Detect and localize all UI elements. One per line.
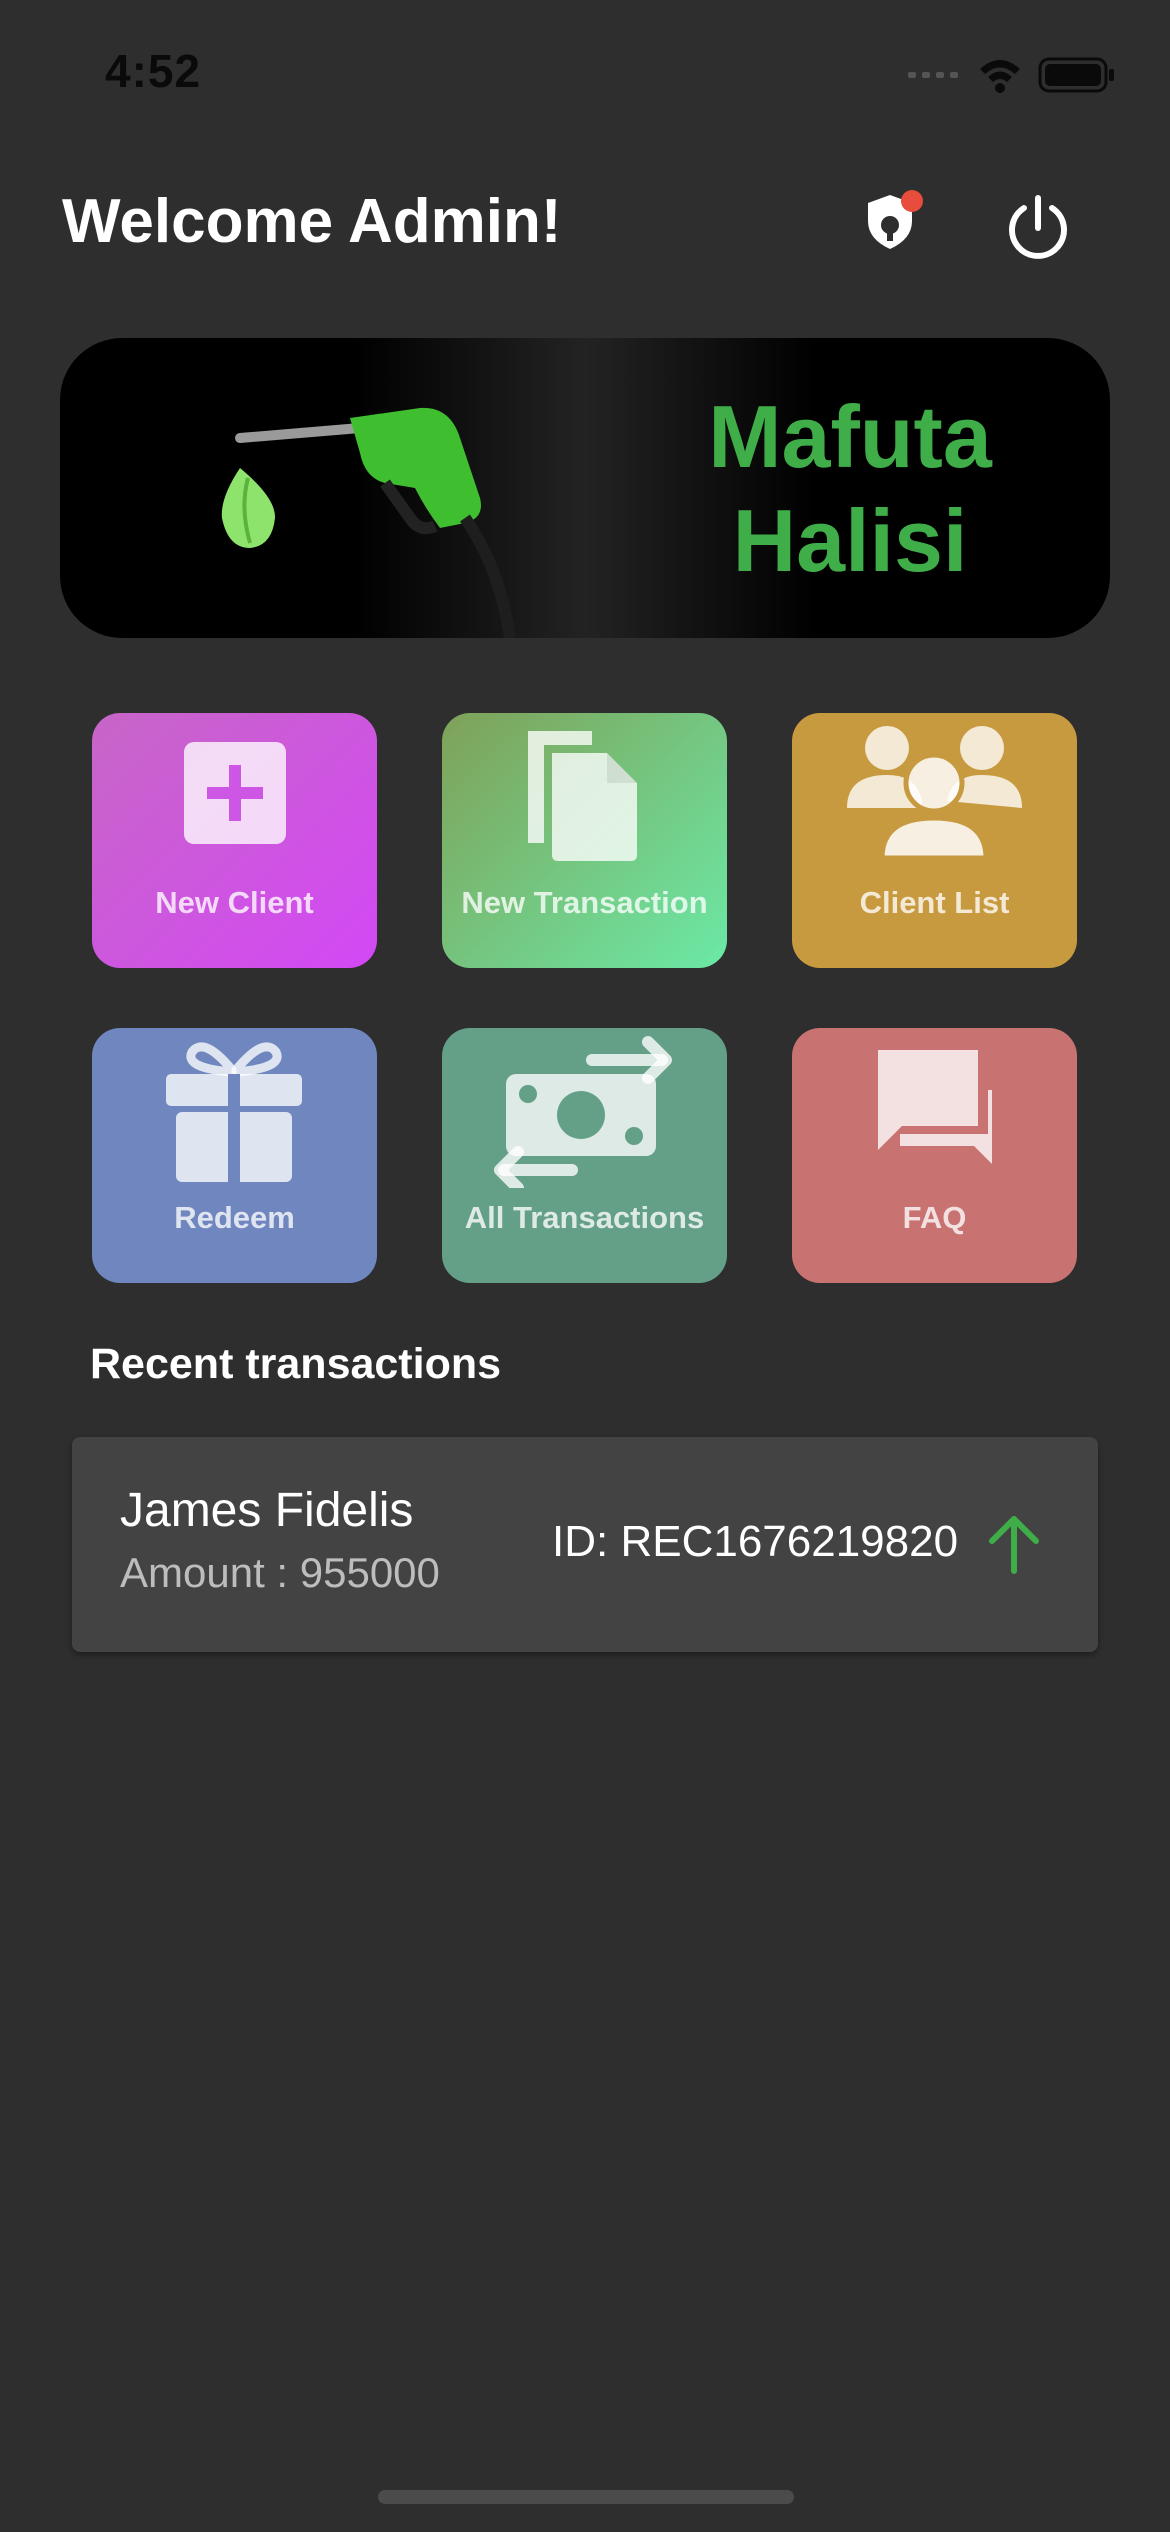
shield-alert-icon[interactable] [860, 185, 930, 255]
new-client-button[interactable]: New Client [92, 713, 377, 968]
redeem-label: Redeem [174, 1200, 295, 1235]
faq-button[interactable]: FAQ [792, 1028, 1077, 1283]
transaction-amount: Amount : 955000 [120, 1549, 440, 1596]
brand-name-line1: Mafuta [708, 387, 992, 486]
plus-square-icon [184, 742, 286, 844]
client-list-label: Client List [859, 885, 1010, 920]
chat-bubbles-icon [878, 1050, 992, 1164]
transaction-card[interactable]: James Fidelis Amount : 955000 ID: REC167… [72, 1437, 1098, 1652]
page-title: Welcome Admin! [62, 187, 562, 256]
client-list-button[interactable]: Client List [792, 713, 1077, 968]
all-transactions-button[interactable]: All Transactions [442, 1028, 727, 1283]
all-transactions-label: All Transactions [464, 1200, 705, 1235]
battery-icon [1038, 57, 1114, 93]
copy-document-icon [528, 731, 637, 861]
money-exchange-icon [494, 1036, 672, 1188]
gift-icon [166, 1042, 302, 1182]
redeem-button[interactable]: Redeem [92, 1028, 377, 1283]
status-icons [908, 57, 1114, 93]
recent-transactions-heading: Recent transactions [90, 1340, 502, 1388]
power-icon[interactable] [1000, 190, 1076, 266]
signal-icon [908, 72, 958, 78]
status-time: 4:52 [105, 45, 202, 97]
new-transaction-button[interactable]: New Transaction [442, 713, 727, 968]
wifi-icon [980, 60, 1020, 93]
home-indicator [378, 2490, 794, 2504]
users-group-icon [847, 726, 1022, 861]
brand-name-line2: Halisi [732, 491, 968, 590]
transaction-client-name: James Fidelis [120, 1484, 414, 1537]
fuel-nozzle-logo [221, 407, 516, 638]
new-transaction-label: New Transaction [461, 885, 708, 920]
arrow-up-icon [989, 1516, 1039, 1574]
faq-label: FAQ [902, 1200, 967, 1235]
transaction-id: ID: REC1676219820 [552, 1517, 959, 1566]
brand-banner: Mafuta Halisi [60, 338, 1110, 638]
new-client-label: New Client [155, 885, 314, 920]
